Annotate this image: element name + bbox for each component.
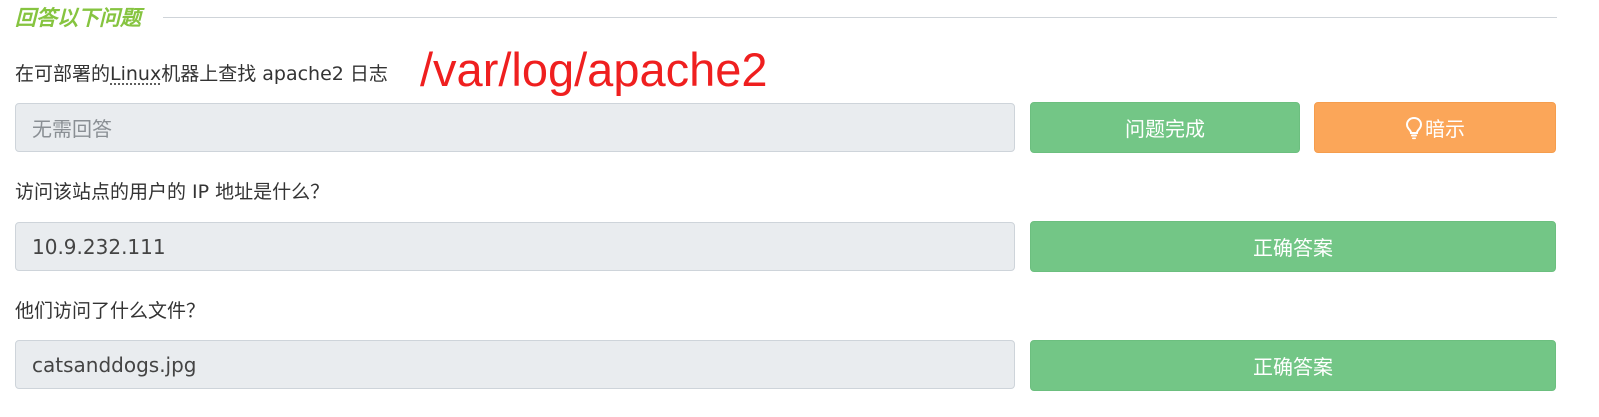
- question-1-prefix: 在可部署的: [15, 63, 111, 85]
- linux-abbr[interactable]: Linux: [110, 63, 161, 85]
- section-header: 回答以下问题: [15, 0, 1557, 34]
- answer-1-placeholder: 无需回答: [32, 117, 112, 141]
- answer-3-value: catsanddogs.jpg: [32, 352, 197, 377]
- question-1-text: 在可部署的Linux机器上查找 apache2 日志: [15, 59, 388, 86]
- lightbulb-icon: [1405, 116, 1423, 140]
- question-complete-button[interactable]: 问题完成: [1030, 102, 1300, 153]
- hint-label: 暗示: [1425, 117, 1465, 141]
- correct-answer-button-3[interactable]: 正确答案: [1030, 340, 1556, 391]
- question-3-text: 他们访问了什么文件？: [15, 300, 206, 322]
- answer-2-field[interactable]: 10.9.232.111: [15, 222, 1015, 271]
- answer-1-field[interactable]: 无需回答: [15, 103, 1015, 152]
- question-1-suffix: 机器上查找 apache2 日志: [161, 63, 388, 85]
- section-title: 回答以下问题: [15, 5, 141, 30]
- question-complete-label: 问题完成: [1125, 117, 1205, 141]
- answer-3-field[interactable]: catsanddogs.jpg: [15, 340, 1015, 389]
- correct-answer-label-2: 正确答案: [1253, 236, 1333, 260]
- correct-answer-label-3: 正确答案: [1253, 355, 1333, 379]
- path-annotation: /var/log/apache2: [420, 43, 768, 96]
- answer-2-value: 10.9.232.111: [32, 234, 166, 259]
- question-2-text: 访问该站点的用户的 IP 地址是什么？: [15, 181, 330, 203]
- correct-answer-button-2[interactable]: 正确答案: [1030, 221, 1556, 272]
- hint-button[interactable]: 暗示: [1314, 102, 1556, 153]
- section-divider: [163, 17, 1557, 18]
